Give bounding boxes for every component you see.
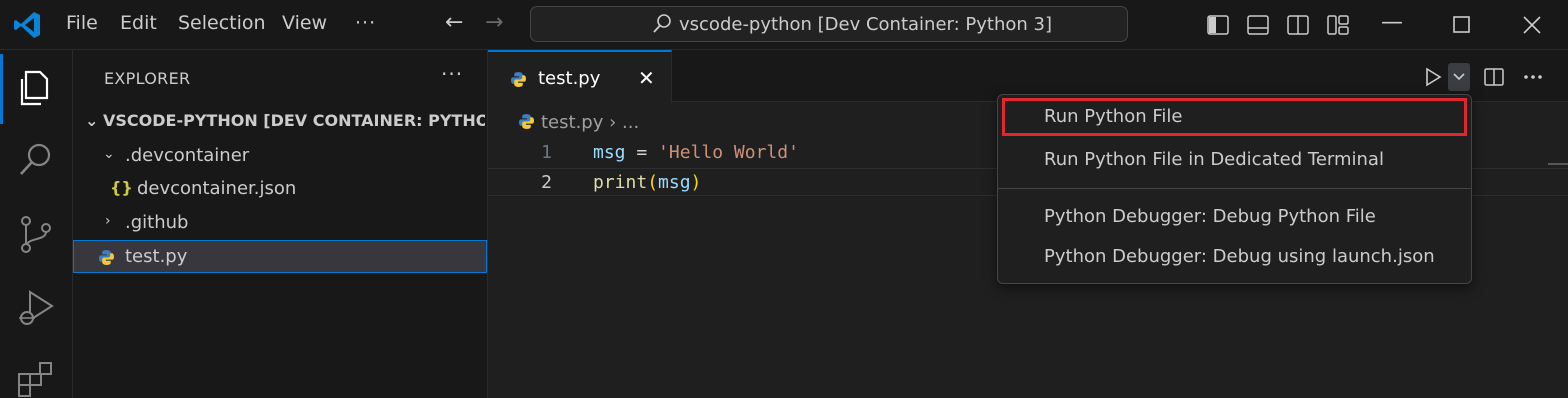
menu-separator [998, 188, 1471, 189]
menu-more[interactable]: ··· [355, 12, 376, 34]
chevron-right-icon: › [105, 213, 111, 229]
python-file-icon [99, 250, 114, 265]
line-number: 2 [541, 172, 552, 193]
menu-edit[interactable]: Edit [120, 12, 157, 34]
run-debug-icon[interactable] [16, 288, 56, 328]
menu-item-label: Python Debugger: Debug using launch.json [1044, 246, 1435, 267]
menu-file[interactable]: File [66, 12, 98, 34]
tree-item-label: devcontainer.json [137, 178, 297, 199]
token-paren: ( [647, 172, 659, 193]
chevron-down-icon: ⌄ [85, 111, 99, 130]
line-number: 1 [541, 142, 552, 163]
menu-item-run-dedicated-terminal[interactable]: Run Python File in Dedicated Terminal [1002, 141, 1467, 179]
menu-item-debug-launch-json[interactable]: Python Debugger: Debug using launch.json [1002, 238, 1467, 276]
arrow-left-icon[interactable]: ← [445, 10, 463, 35]
extensions-icon[interactable] [16, 360, 56, 398]
activity-bar [0, 50, 73, 398]
title-bar: File Edit Selection View ··· ← → vscode-… [0, 0, 1568, 50]
more-actions-icon[interactable]: ··· [441, 62, 463, 86]
sidebar-title: EXPLORER [104, 69, 191, 88]
toggle-panel-icon[interactable] [1246, 13, 1270, 37]
token-paren: ) [690, 172, 702, 193]
token-string: 'Hello World' [658, 142, 799, 163]
explorer-icon[interactable] [16, 68, 56, 108]
run-menu: Run Python File Run Python File in Dedic… [997, 94, 1472, 284]
close-icon[interactable] [1520, 13, 1544, 37]
active-indicator [0, 54, 3, 124]
customize-layout-icon[interactable] [1326, 13, 1350, 37]
token-variable: msg [658, 172, 691, 193]
split-editor-icon[interactable] [1483, 66, 1505, 88]
token-operator: = [625, 142, 659, 163]
tree-item-github[interactable]: › .github [73, 207, 487, 240]
minimap-slider[interactable] [1548, 163, 1568, 165]
toggle-primary-sidebar-icon[interactable] [1206, 13, 1230, 37]
tree-item-label: .github [125, 212, 189, 233]
menu-item-label: Run Python File in Dedicated Terminal [1044, 149, 1384, 170]
python-file-icon [511, 72, 526, 87]
tree-item-test-py[interactable]: test.py [73, 240, 487, 273]
breadcrumb-symbol[interactable]: ... [622, 112, 639, 133]
run-dropdown-button[interactable] [1448, 63, 1470, 91]
arrow-right-icon[interactable]: → [485, 10, 503, 35]
command-center[interactable]: vscode-python [Dev Container: Python 3] [530, 6, 1128, 42]
breadcrumb: test.py › ... [518, 111, 639, 133]
tree-item-label: test.py [125, 246, 188, 267]
tab-label: test.py [538, 68, 601, 89]
breadcrumb-separator: › [609, 112, 617, 133]
menu-item-run-python-file[interactable]: Run Python File [1002, 98, 1467, 136]
code-content: print(msg) [593, 172, 701, 193]
tree-item-label: .devcontainer [125, 145, 250, 166]
breadcrumb-file[interactable]: test.py [541, 112, 603, 133]
vscode-logo-icon [14, 12, 40, 38]
menu-item-debug-python-file[interactable]: Python Debugger: Debug Python File [1002, 198, 1467, 236]
menu-selection[interactable]: Selection [178, 12, 266, 34]
tree-item-devcontainer-json[interactable]: {} devcontainer.json [73, 173, 487, 206]
menu-view[interactable]: View [282, 12, 327, 34]
source-control-icon[interactable] [16, 214, 56, 254]
workspace-section-header[interactable]: ⌄ VSCODE-PYTHON [DEV CONTAINER: PYTHON... [85, 111, 485, 130]
run-icon[interactable] [1422, 66, 1444, 88]
code-content: msg = 'Hello World' [593, 142, 799, 163]
explorer-sidebar: EXPLORER ··· ⌄ VSCODE-PYTHON [DEV CONTAIN… [73, 50, 488, 398]
command-center-label: vscode-python [Dev Container: Python 3] [679, 14, 1052, 35]
chevron-down-icon: ⌄ [103, 146, 115, 162]
token-variable: msg [593, 142, 626, 163]
close-tab-icon[interactable]: ✕ [638, 66, 655, 90]
python-file-icon [519, 114, 534, 129]
toggle-secondary-sidebar-icon[interactable] [1286, 13, 1310, 37]
minimize-icon[interactable]: — [1381, 10, 1403, 35]
menu-item-label: Run Python File [1044, 106, 1183, 127]
menu-item-label: Python Debugger: Debug Python File [1044, 206, 1376, 227]
tab-test-py[interactable]: test.py ✕ [488, 50, 672, 103]
workspace-title: VSCODE-PYTHON [DEV CONTAINER: PYTHON... [103, 111, 485, 130]
search-icon[interactable] [16, 140, 56, 180]
chevron-down-icon [1453, 73, 1465, 81]
more-actions-icon[interactable] [1522, 66, 1544, 88]
token-function: print [593, 172, 648, 193]
tree-item-devcontainer[interactable]: ⌄ .devcontainer [73, 140, 487, 173]
json-file-icon: {} [110, 178, 133, 197]
search-icon [653, 14, 671, 33]
maximize-icon[interactable] [1450, 13, 1474, 37]
